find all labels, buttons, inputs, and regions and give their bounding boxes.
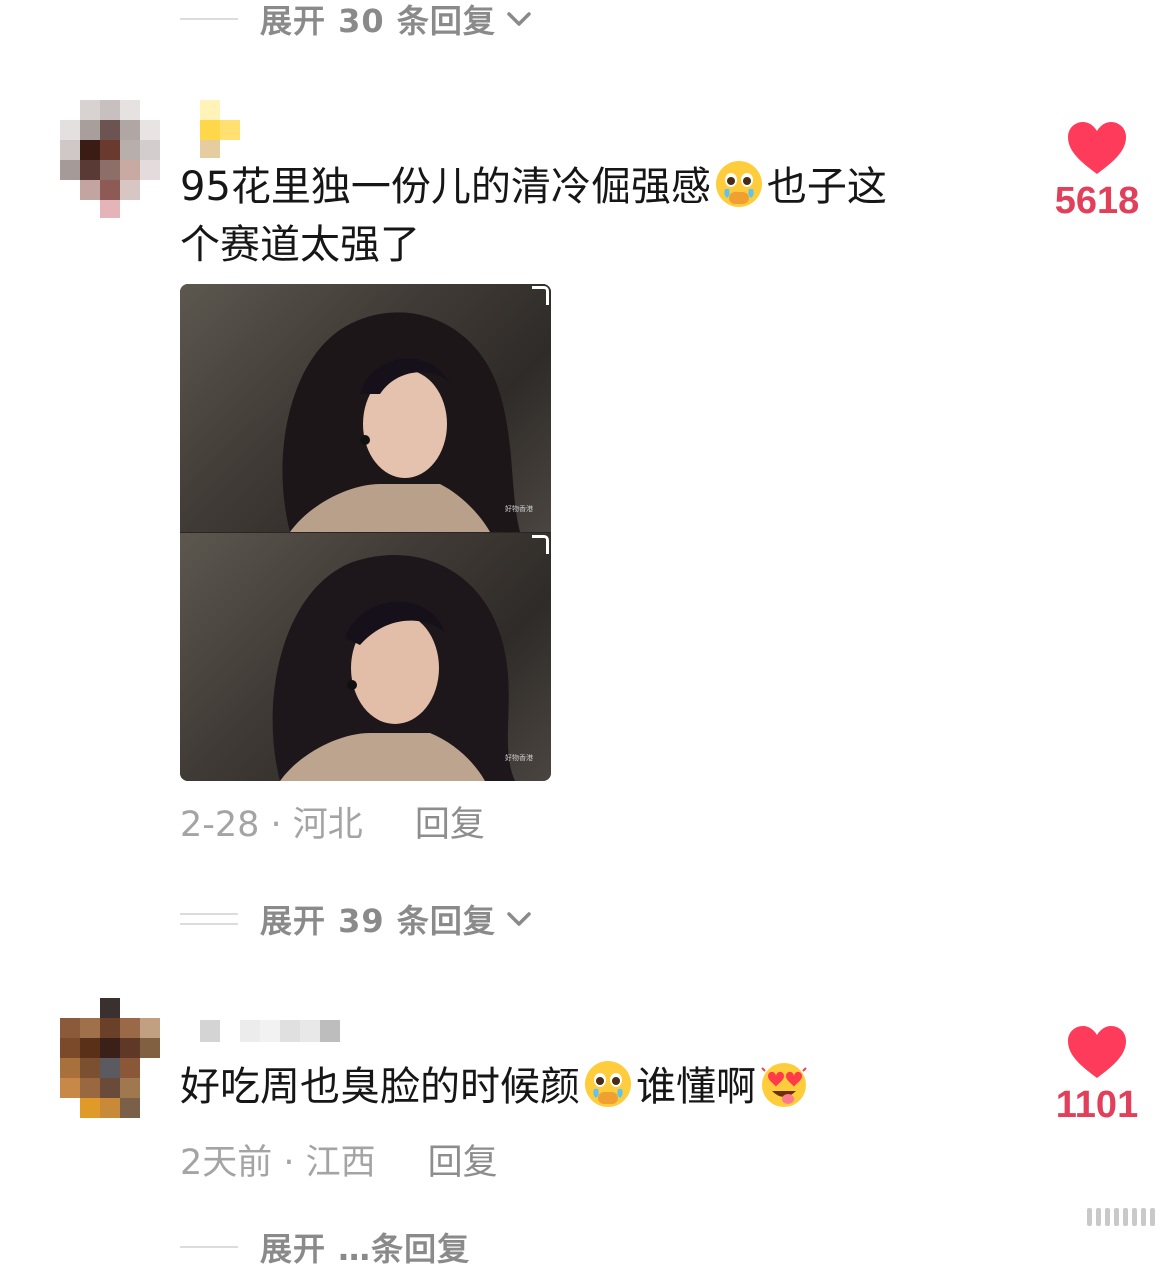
expand-replies-bottom[interactable]: 展开 …条回复 [180, 1222, 470, 1272]
portrait-illustration [282, 312, 520, 532]
comment-meta: 2-28 · 河北 回复 [180, 796, 485, 847]
comment-text: 95花里独一份儿的清冷倔强感 也子这 个赛道太强了 [180, 158, 1000, 274]
comment-meta: 2天前 · 江西 回复 [180, 1134, 498, 1185]
comment-text-part: 也子这 [766, 164, 887, 210]
username-pixelated[interactable] [200, 1020, 340, 1042]
comment-text-part: 95花里独一份儿的清冷倔强感 [180, 164, 711, 210]
reply-button[interactable]: 回复 [428, 1134, 498, 1185]
comment-date-location: 2-28 · 河北 [180, 805, 363, 845]
image-panel: 好物香港 [180, 532, 551, 781]
comment-text-part: 好吃周也臭脸的时候颜 [180, 1064, 580, 1110]
expand-replies-label: 展开 …条回复 [260, 1230, 471, 1268]
comment-text-part: 个赛道太强了 [180, 222, 420, 268]
holding-back-tears-emoji [585, 1061, 631, 1107]
like-count: 1101 [1055, 1084, 1139, 1126]
heart-eyes-tongue-emoji [761, 1063, 807, 1107]
username-pixelated[interactable] [200, 100, 240, 158]
avatar[interactable] [60, 998, 160, 1118]
like-button[interactable]: 1101 [1037, 1024, 1157, 1127]
comment-image[interactable]: 好物香港 好物香港 [180, 284, 551, 781]
image-watermark: 好物香港 [505, 505, 533, 513]
image-watermark: 好物香港 [505, 754, 533, 762]
chevron-down-icon [507, 12, 531, 26]
platform-watermark [1087, 1208, 1155, 1226]
expand-replies-label: 展开 39 条回复 [260, 902, 496, 940]
avatar[interactable] [60, 100, 160, 218]
corner-mark [532, 286, 549, 305]
divider-line [180, 1246, 238, 1248]
like-count: 5618 [1054, 180, 1140, 222]
comment-text-part: 谁懂啊 [636, 1064, 756, 1110]
heart-icon [1068, 122, 1126, 174]
reply-button[interactable]: 回复 [415, 796, 485, 847]
like-button[interactable]: 5618 [1037, 120, 1157, 223]
comment-date-location: 2天前 · 江西 [180, 1143, 376, 1183]
divider-line [180, 913, 238, 925]
corner-mark [532, 535, 549, 554]
expand-replies-label: 展开 30 条回复 [260, 2, 496, 40]
image-panel: 好物香港 [180, 284, 551, 532]
holding-back-tears-emoji [715, 161, 762, 207]
expand-replies-middle[interactable]: 展开 39 条回复 [180, 894, 536, 944]
chevron-down-icon [507, 912, 531, 926]
divider-line [180, 18, 238, 20]
portrait-illustration [272, 555, 515, 781]
comment-text: 好吃周也臭脸的时候颜 谁懂啊 [180, 1058, 1000, 1116]
expand-replies-top[interactable]: 展开 30 条回复 [180, 0, 536, 44]
heart-icon [1068, 1026, 1126, 1078]
